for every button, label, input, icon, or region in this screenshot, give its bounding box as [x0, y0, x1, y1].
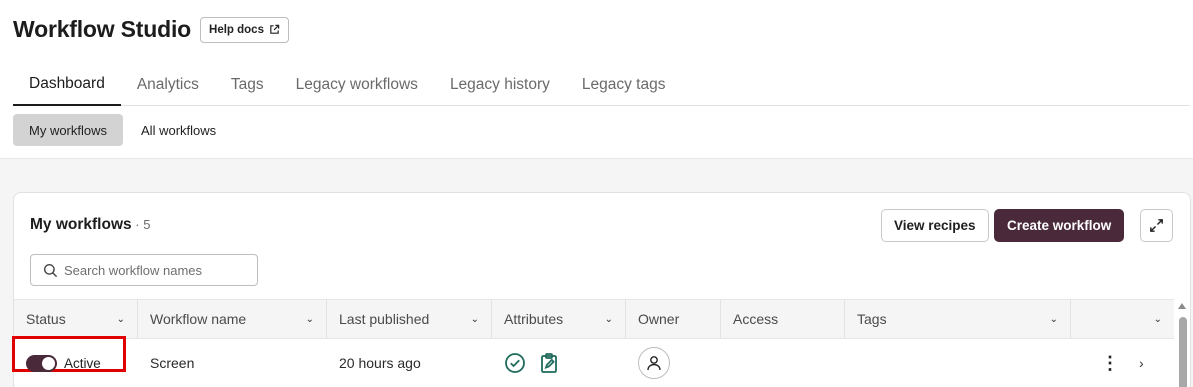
subtab-all-workflows[interactable]: All workflows [125, 114, 232, 146]
page-title: Workflow Studio [13, 16, 192, 42]
table-header: Status ⌄ Workflow name ⌄ Last published ⌄ A… [14, 299, 1174, 339]
help-docs-label: Help docs [209, 23, 264, 36]
card-title-text: My workflows [30, 216, 132, 233]
scroll-thumb[interactable] [1179, 317, 1187, 387]
tab-legacy-tags[interactable]: Legacy tags [566, 66, 682, 106]
chevron-down-icon: ⌄ [305, 313, 314, 325]
column-owner-label: Owner [638, 311, 680, 327]
clipboard-edit-icon [541, 353, 557, 373]
table-row[interactable]: Active Screen 20 hours ago ⋮ › [12, 336, 1174, 386]
kebab-icon[interactable]: ⋮ [1101, 354, 1119, 372]
chevron-down-icon: ⌄ [604, 313, 613, 325]
scroll-up-icon[interactable] [1178, 303, 1186, 309]
expand-icon [1150, 219, 1163, 232]
create-workflow-button[interactable]: Create workflow [994, 209, 1125, 242]
owner-cell [626, 340, 721, 386]
chevron-down-icon: ⌄ [1153, 313, 1162, 325]
column-owner[interactable]: Owner [626, 300, 721, 338]
column-workflow-name-label: Workflow name [150, 311, 247, 327]
column-workflow-name[interactable]: Workflow name ⌄ [138, 300, 327, 338]
column-last-published-label: Last published [339, 311, 430, 327]
chevron-right-icon[interactable]: › [1139, 355, 1144, 371]
attributes-cell [492, 340, 626, 386]
column-attributes-label: Attributes [504, 311, 564, 327]
tab-tags[interactable]: Tags [215, 66, 280, 106]
column-last-published[interactable]: Last published ⌄ [327, 300, 492, 338]
workflow-count: · 5 [131, 217, 151, 232]
last-published-cell: 20 hours ago [339, 355, 421, 371]
search-icon [43, 263, 58, 277]
column-access-label: Access [733, 311, 779, 327]
column-tags-label: Tags [857, 311, 887, 327]
tab-legacy-workflows[interactable]: Legacy workflows [280, 66, 434, 106]
tab-dashboard[interactable]: Dashboard [13, 66, 121, 106]
row-actions-cell: ⋮ › [1071, 340, 1174, 386]
external-link-icon [270, 24, 280, 34]
column-access[interactable]: Access [721, 300, 845, 338]
avatar[interactable] [638, 347, 670, 379]
chevron-down-icon: ⌄ [470, 313, 479, 325]
card-title: My workflows · 5 [30, 216, 150, 234]
tab-analytics[interactable]: Analytics [121, 66, 215, 106]
user-icon [647, 356, 661, 371]
status-cell: Active [12, 336, 138, 386]
title-row: Workflow Studio Help docs [13, 16, 289, 43]
help-docs-button[interactable]: Help docs [200, 16, 289, 43]
page: Workflow Studio Help docs Dashboard Anal… [0, 0, 1193, 387]
check-circle-icon [505, 353, 525, 373]
status-toggle[interactable] [26, 354, 57, 372]
sub-tabs: My workflows All workflows [13, 114, 232, 146]
tab-legacy-history[interactable]: Legacy history [434, 66, 566, 106]
access-cell [721, 340, 845, 386]
tags-cell [845, 340, 1071, 386]
chevron-down-icon: ⌄ [116, 313, 125, 325]
workflow-name-cell[interactable]: Screen [138, 340, 327, 386]
view-recipes-button[interactable]: View recipes [881, 209, 989, 242]
column-options[interactable]: ⌄ [1071, 300, 1174, 338]
vertical-scrollbar[interactable] [1176, 299, 1190, 387]
search-field[interactable] [30, 254, 258, 286]
column-tags[interactable]: Tags ⌄ [845, 300, 1071, 338]
expand-button[interactable] [1140, 209, 1173, 242]
subtab-my-workflows[interactable]: My workflows [13, 114, 124, 146]
chevron-down-icon: ⌄ [1049, 313, 1058, 325]
column-status-label: Status [26, 311, 66, 327]
column-attributes[interactable]: Attributes ⌄ [492, 300, 626, 338]
column-status[interactable]: Status ⌄ [14, 300, 138, 338]
main-tabs: Dashboard Analytics Tags Legacy workflow… [13, 66, 1190, 106]
workflows-card: My workflows · 5 View recipes Create wor… [12, 192, 1191, 387]
search-input[interactable] [64, 262, 244, 278]
